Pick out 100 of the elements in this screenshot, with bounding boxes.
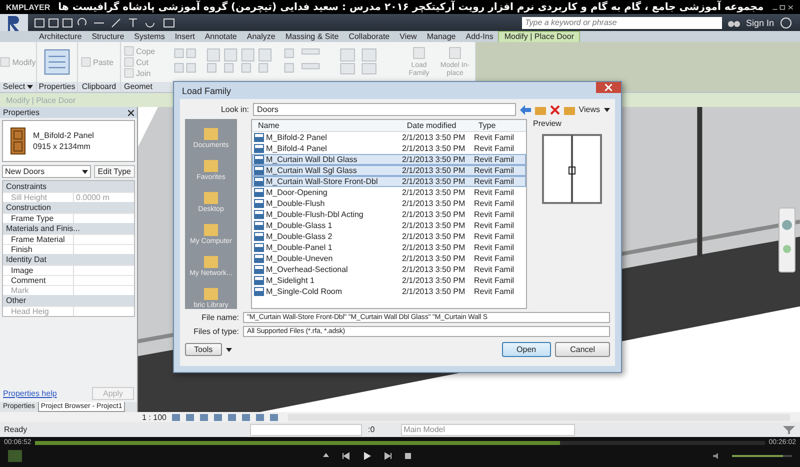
column-header[interactable]: Name xyxy=(252,120,407,131)
file-row[interactable]: M_Curtain Wall Dbl Glass 2/1/2013 3:50 PM Revit Famil xyxy=(252,154,526,165)
file-name-label: File name: xyxy=(200,313,239,322)
file-date: 2/1/2013 3:50 PM xyxy=(402,188,466,197)
file-row[interactable]: M_Curtain Wall-Store Front-Dbl 2/1/2013 3:50 PM Revit Famil xyxy=(252,176,526,187)
ribbon-tab[interactable]: Add-Ins xyxy=(460,32,498,42)
family-file-icon xyxy=(254,287,264,296)
file-row[interactable]: M_Double-Flush 2/1/2013 3:50 PM Revit Famil xyxy=(252,198,526,209)
file-name: M_Double-Panel 1 xyxy=(266,243,334,252)
back-arrow-icon[interactable] xyxy=(520,104,531,114)
file-row[interactable]: M_Overhead-Sectional 2/1/2013 3:50 PM Revit Famil xyxy=(252,264,526,275)
file-type: Revit Famil xyxy=(474,166,516,175)
status-message: Ready xyxy=(4,425,28,434)
file-row[interactable]: M_Sidelight 1 2/1/2013 3:50 PM Revit Famil xyxy=(252,275,526,286)
eject-icon[interactable] xyxy=(322,452,330,460)
open-button[interactable]: Open xyxy=(502,342,552,357)
new-folder-icon[interactable] xyxy=(564,104,575,114)
window-title: مجموعه آموزشی جامع ، گام به گام و کاربردی نرم افزار رویت آرکیتکچر ۲۰۱۶ مدرس : سعید فدایی (تیچرمن) گروه آموزشی پادشاه گرافیست ها xyxy=(58,2,764,12)
previous-icon[interactable] xyxy=(342,452,350,460)
file-row[interactable]: M_Bifold-4 Panel 2/1/2013 3:50 PM Revit Famil xyxy=(252,143,526,154)
ribbon-tab[interactable]: Manage xyxy=(422,32,461,42)
caret-icon[interactable] xyxy=(226,348,232,352)
type-name: M_Bifold-2 Panel xyxy=(33,131,94,140)
properties-icon[interactable] xyxy=(43,48,71,76)
property-label: Head Heig xyxy=(3,307,74,316)
column-header[interactable]: Type xyxy=(478,120,526,131)
navigation-bar-icon[interactable] xyxy=(778,207,796,273)
ribbon-tab[interactable]: Systems xyxy=(129,32,170,42)
ribbon-panel-label[interactable]: Properties xyxy=(38,82,76,92)
file-row[interactable]: M_Double-Uneven 2/1/2013 3:50 PM Revit Famil xyxy=(252,253,526,264)
file-name: M_Overhead-Sectional xyxy=(266,265,349,274)
instance-dropdown[interactable]: New Doors xyxy=(2,165,91,178)
horizontal-scrollbar[interactable] xyxy=(288,414,790,420)
edit-type-button[interactable]: Edit Type xyxy=(94,165,135,178)
file-row[interactable]: M_Curtain Wall Sgl Glass 2/1/2013 3:50 PM Revit Famil xyxy=(252,165,526,176)
column-header[interactable]: Date modified xyxy=(406,120,478,131)
search-field[interactable]: Type a keyword or phrase xyxy=(522,16,722,28)
cancel-button[interactable]: Cancel xyxy=(555,342,610,357)
app-logo-icon[interactable] xyxy=(0,14,28,31)
family-file-icon xyxy=(254,210,264,219)
properties-help-link[interactable]: Properties help xyxy=(3,389,57,398)
file-row[interactable]: M_Door-Opening 2/1/2013 3:50 PM Revit Famil xyxy=(252,187,526,198)
property-label: Comment xyxy=(3,276,74,285)
window-controls-icon[interactable] xyxy=(772,4,794,10)
help-icon[interactable] xyxy=(780,16,792,28)
close-button[interactable] xyxy=(596,82,621,93)
property-group-header[interactable]: Constraints xyxy=(3,181,134,192)
look-in-dropdown[interactable]: Doors xyxy=(253,103,516,116)
ribbon-tab[interactable]: Structure xyxy=(86,32,130,42)
file-name: M_Double-Uneven xyxy=(266,254,334,263)
file-name: M_Bifold-2 Panel xyxy=(266,133,328,142)
selection-count: :0 xyxy=(368,425,375,434)
ribbon-tab[interactable]: Collaborate xyxy=(344,32,395,42)
file-row[interactable]: M_Double-Glass 2 2/1/2013 3:50 PM Revit Famil xyxy=(252,231,526,242)
property-group-header[interactable]: Other xyxy=(3,295,134,306)
seek-bar[interactable] xyxy=(35,440,765,444)
property-group-header[interactable]: Identity Dat xyxy=(3,254,134,265)
file-date: 2/1/2013 3:50 PM xyxy=(402,254,466,263)
sign-in-button[interactable]: Sign In xyxy=(746,18,774,28)
close-icon[interactable] xyxy=(128,110,134,116)
file-date: 2/1/2013 3:50 PM xyxy=(402,133,466,142)
file-row[interactable]: M_Double-Glass 1 2/1/2013 3:50 PM Revit Famil xyxy=(252,220,526,231)
ribbon-tab[interactable]: Annotate xyxy=(200,32,242,42)
volume-icon[interactable] xyxy=(712,452,720,460)
ribbon-tab[interactable]: Analyze xyxy=(242,32,280,42)
file-date: 2/1/2013 3:50 PM xyxy=(402,243,466,252)
ribbon-tab[interactable]: Modify | Place Door xyxy=(498,31,580,42)
file-row[interactable]: M_Bifold-2 Panel 2/1/2013 3:50 PM Revit Famil xyxy=(252,132,526,143)
property-group-header[interactable]: Materials and Finis... xyxy=(3,223,134,234)
file-type: Revit Famil xyxy=(474,188,516,197)
file-type: Revit Famil xyxy=(474,144,516,153)
stop-icon[interactable] xyxy=(404,452,412,460)
file-row[interactable]: M_Single-Cold Room 2/1/2013 3:50 PM Revit Famil xyxy=(252,286,526,297)
property-group-header[interactable]: Construction xyxy=(3,202,134,213)
file-name: M_Bifold-4 Panel xyxy=(266,144,328,153)
ribbon-tab[interactable]: Architecture xyxy=(34,32,87,42)
palette-title: Properties xyxy=(3,108,40,117)
view-scale[interactable]: 1 : 100 xyxy=(142,412,166,422)
views-menu[interactable]: Views xyxy=(578,105,600,114)
file-type: Revit Famil xyxy=(474,287,516,296)
file-row[interactable]: M_Double-Flush-Dbl Acting 2/1/2013 3:50 PM Revit Famil xyxy=(252,209,526,220)
next-icon[interactable] xyxy=(384,452,392,460)
caret-icon[interactable] xyxy=(27,85,34,89)
file-type: Revit Famil xyxy=(474,265,516,274)
ribbon-tab[interactable]: View xyxy=(394,32,422,42)
filter-icon[interactable] xyxy=(782,424,796,434)
file-row[interactable]: M_Double-Panel 1 2/1/2013 3:50 PM Revit Famil xyxy=(252,242,526,253)
tools-button[interactable]: Tools xyxy=(185,343,222,356)
look-in-label: Look in: xyxy=(220,105,249,114)
family-file-icon xyxy=(254,166,264,175)
seek-progress[interactable] xyxy=(35,440,560,444)
family-file-icon xyxy=(254,188,264,197)
caret-icon[interactable] xyxy=(82,170,88,174)
play-icon[interactable] xyxy=(362,451,372,461)
ribbon-tab[interactable]: Insert xyxy=(170,32,200,42)
ribbon-tab[interactable]: Massing & Site xyxy=(280,32,344,42)
type-selector[interactable]: M_Bifold-2 Panel 0915 x 2134mm xyxy=(2,120,135,162)
folder-icon[interactable] xyxy=(534,104,546,114)
model-dropdown[interactable]: Main Model xyxy=(400,424,575,436)
delete-icon[interactable] xyxy=(550,104,560,114)
